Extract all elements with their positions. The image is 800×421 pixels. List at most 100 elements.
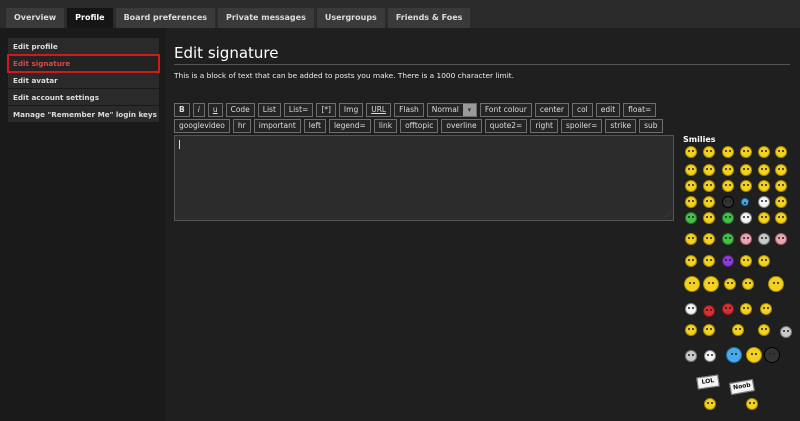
santa-smiley-icon[interactable]	[722, 303, 734, 315]
url-button[interactable]: URL	[366, 103, 392, 117]
googlevideo-button[interactable]: googlevideo	[174, 119, 230, 133]
smiley-icon[interactable]	[722, 233, 734, 245]
tab-board-preferences[interactable]: Board preferences	[115, 8, 216, 28]
spoiler-button[interactable]: spoiler=	[560, 119, 603, 133]
hr-button[interactable]: hr	[232, 119, 251, 133]
sidebar-item-edit-account-settings[interactable]: Edit account settings	[8, 89, 159, 106]
offtopic-button[interactable]: offtopic	[400, 119, 439, 133]
sidebar-item-edit-profile[interactable]: Edit profile	[8, 38, 159, 55]
smiley-icon[interactable]	[703, 324, 715, 336]
list-ordered-button[interactable]: List=	[283, 103, 314, 117]
smiley-icon[interactable]	[685, 255, 697, 267]
italic-button[interactable]: i	[192, 103, 205, 117]
smiley-icon[interactable]	[685, 324, 697, 336]
smiley-icon[interactable]	[703, 180, 715, 192]
list-button[interactable]: List	[257, 103, 281, 117]
smiley-icon[interactable]	[724, 278, 736, 290]
star-icon[interactable]	[741, 198, 749, 206]
float-button[interactable]: float=	[623, 103, 657, 117]
code-button[interactable]: Code	[225, 103, 255, 117]
bold-button[interactable]: B	[174, 103, 190, 117]
signature-textarea[interactable]: ⋰	[174, 135, 674, 221]
smiley-icon[interactable]	[775, 233, 787, 245]
smiley-icon[interactable]	[740, 255, 752, 267]
smiley-icon[interactable]	[703, 255, 715, 267]
smiley-icon[interactable]	[740, 180, 752, 192]
smiley-icon[interactable]	[703, 212, 715, 224]
smiley-icon[interactable]	[722, 255, 734, 267]
smiley-icon[interactable]	[758, 233, 770, 245]
strike-button[interactable]: strike	[605, 119, 637, 133]
smiley-icon[interactable]	[740, 164, 752, 176]
smiley-icon[interactable]	[703, 196, 715, 208]
smiley-icon[interactable]	[740, 146, 752, 158]
sidebar-item-edit-avatar[interactable]: Edit avatar	[8, 72, 159, 89]
dancing-smiley-icon[interactable]	[684, 276, 700, 292]
pig-icon[interactable]	[740, 233, 752, 245]
quote2-button[interactable]: quote2=	[484, 119, 528, 133]
smiley-icon[interactable]	[740, 212, 752, 224]
smiley-icon[interactable]	[742, 278, 754, 290]
sidebar-item-remember-me-keys[interactable]: Manage "Remember Me" login keys	[8, 106, 159, 123]
smiley-icon[interactable]	[746, 347, 762, 363]
smiley-icon[interactable]	[732, 324, 744, 336]
smiley-icon[interactable]	[775, 196, 787, 208]
dancing-smiley-icon[interactable]	[703, 276, 719, 292]
underline-button[interactable]: u	[207, 103, 223, 117]
smiley-icon[interactable]	[746, 398, 758, 410]
legend-button[interactable]: legend=	[328, 119, 371, 133]
smiley-icon[interactable]	[722, 196, 734, 208]
important-button[interactable]: important	[253, 119, 301, 133]
smiley-icon[interactable]	[780, 326, 792, 338]
tab-friends-foes[interactable]: Friends & Foes	[387, 8, 471, 28]
smiley-icon[interactable]	[775, 212, 787, 224]
smiley-icon[interactable]	[722, 164, 734, 176]
smiley-icon[interactable]	[722, 180, 734, 192]
smiley-icon[interactable]	[768, 276, 784, 292]
afro-smiley-icon[interactable]	[764, 347, 780, 363]
tab-overview[interactable]: Overview	[6, 8, 65, 28]
tab-usergroups[interactable]: Usergroups	[316, 8, 385, 28]
sidebar-item-edit-signature[interactable]: Edit signature	[7, 54, 160, 73]
smiley-icon[interactable]	[775, 146, 787, 158]
smiley-icon[interactable]	[722, 146, 734, 158]
reading-smiley-icon[interactable]	[685, 350, 697, 362]
edit-button[interactable]: edit	[595, 103, 621, 117]
flash-button[interactable]: Flash	[394, 103, 424, 117]
img-button[interactable]: Img	[338, 103, 364, 117]
smiley-icon[interactable]	[685, 164, 697, 176]
font-size-select[interactable]: Normal ▾	[426, 103, 477, 117]
sleeping-smiley-icon[interactable]	[758, 255, 770, 267]
smiley-icon[interactable]	[740, 303, 752, 315]
smiley-icon[interactable]	[685, 196, 697, 208]
smiley-icon[interactable]	[758, 196, 770, 208]
bunny-icon[interactable]	[685, 303, 697, 315]
right-button[interactable]: right	[530, 119, 558, 133]
smiley-icon[interactable]	[685, 146, 697, 158]
left-button[interactable]: left	[303, 119, 326, 133]
list-item-button[interactable]: [*]	[316, 103, 336, 117]
overline-button[interactable]: overline	[441, 119, 482, 133]
smiley-icon[interactable]	[703, 146, 715, 158]
sub-button[interactable]: sub	[639, 119, 663, 133]
reindeer-smiley-icon[interactable]	[760, 303, 772, 315]
resize-grip-icon[interactable]: ⋰	[665, 212, 671, 218]
smiley-icon[interactable]	[758, 180, 770, 192]
flower-smiley-icon[interactable]	[726, 347, 742, 363]
smiley-icon[interactable]	[704, 398, 716, 410]
smiley-icon[interactable]	[775, 164, 787, 176]
smiley-icon[interactable]	[775, 180, 787, 192]
smiley-icon[interactable]	[685, 180, 697, 192]
smiley-icon[interactable]	[758, 324, 770, 336]
smiley-icon[interactable]	[722, 212, 734, 224]
smiley-icon[interactable]	[685, 233, 697, 245]
apple-icon[interactable]	[703, 305, 715, 317]
tab-private-messages[interactable]: Private messages	[218, 8, 314, 28]
tab-profile[interactable]: Profile	[67, 8, 113, 28]
smiley-icon[interactable]	[703, 233, 715, 245]
font-colour-button[interactable]: Font colour	[479, 103, 532, 117]
smiley-icon[interactable]	[703, 164, 715, 176]
col-button[interactable]: col	[571, 103, 593, 117]
smiley-icon[interactable]	[758, 146, 770, 158]
link-button[interactable]: link	[373, 119, 398, 133]
